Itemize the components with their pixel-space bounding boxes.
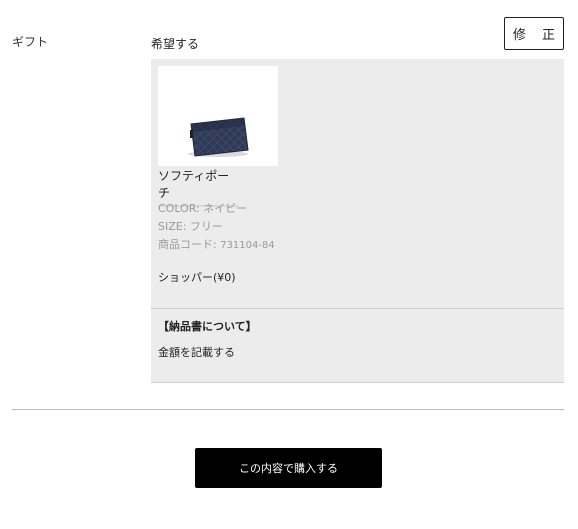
- product-color: COLOR: ネイビー: [158, 200, 247, 216]
- panel-divider: [151, 308, 564, 309]
- color-value: ネイビー: [203, 202, 248, 215]
- code-value: 731104-84: [220, 240, 275, 251]
- pouch-photo-icon: [188, 117, 249, 157]
- color-label: COLOR:: [158, 202, 204, 215]
- purchase-button[interactable]: この内容で購入する: [195, 448, 382, 488]
- code-label: 商品コード:: [158, 238, 221, 251]
- section-divider: [12, 409, 564, 410]
- size-value: フリー: [189, 220, 223, 233]
- product-code: 商品コード: 731104-84: [158, 236, 275, 252]
- edit-button[interactable]: 修 正: [504, 17, 564, 50]
- gift-row-label: ギフト: [12, 35, 49, 49]
- gift-option-value: 希望する: [151, 37, 200, 51]
- panel-bottom-border: [151, 382, 564, 383]
- gift-detail-panel: ソフティポーチ COLOR: ネイビー SIZE: フリー 商品コード: 731…: [151, 59, 564, 383]
- invoice-heading: 【納品書について】: [158, 320, 257, 333]
- product-size: SIZE: フリー: [158, 218, 223, 234]
- size-label: SIZE:: [158, 220, 190, 233]
- product-image[interactable]: [158, 66, 278, 166]
- invoice-value: 金額を記載する: [158, 346, 235, 359]
- shopper-option: ショッパー(¥0): [158, 271, 236, 284]
